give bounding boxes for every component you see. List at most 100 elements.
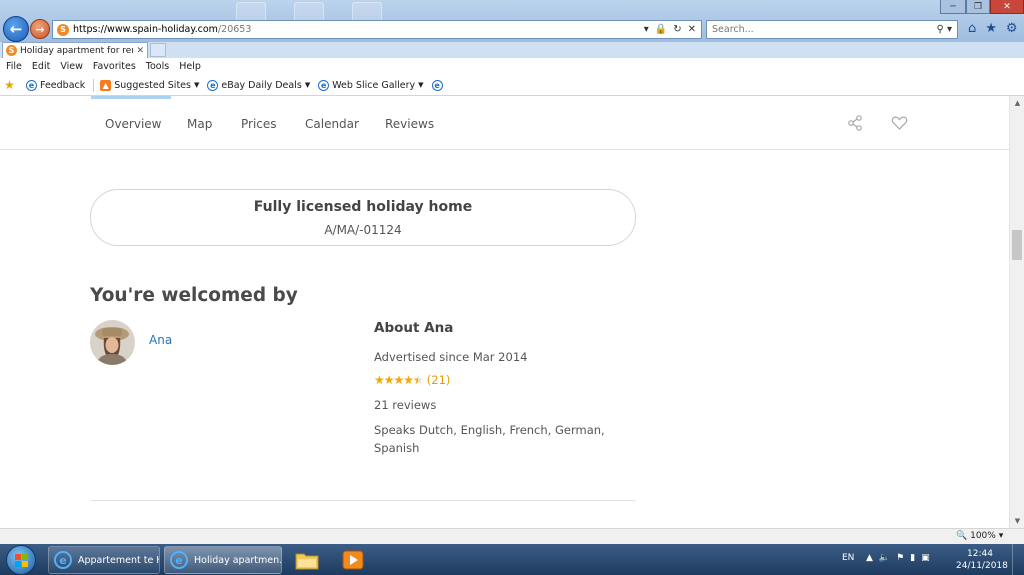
- battery-icon[interactable]: ▮: [910, 553, 915, 563]
- menu-tools[interactable]: Tools: [146, 61, 169, 72]
- internet-explorer-icon: e: [170, 551, 188, 569]
- license-number: A/MA/-01124: [324, 223, 402, 237]
- address-dropdown-icon[interactable]: ▾: [644, 24, 649, 35]
- nav-active-indicator: [91, 96, 171, 99]
- volume-icon[interactable]: 🔈: [879, 553, 890, 563]
- url-path: /20653: [217, 24, 252, 35]
- task-label: Appartement te H...: [78, 554, 159, 566]
- status-bar: 🔍 100% ▾: [0, 528, 1024, 544]
- nav-map[interactable]: Map: [187, 117, 212, 131]
- clock-time: 12:44: [967, 549, 993, 559]
- taskbar-window-appartement[interactable]: e Appartement te H...: [48, 546, 160, 574]
- license-card: Fully licensed holiday home A/MA/-01124: [90, 189, 636, 246]
- taskbar-explorer[interactable]: [288, 546, 326, 574]
- windows-taskbar: e Appartement te H... e Holiday apartmen…: [0, 544, 1024, 575]
- browser-title-bar: ─ ❐ ✕ ← → S https://www.spain-holiday.co…: [0, 0, 1024, 42]
- menu-favorites[interactable]: Favorites: [93, 61, 136, 72]
- site-favicon-icon: S: [6, 45, 17, 56]
- address-bar[interactable]: S https://www.spain-holiday.com/20653 ▾ …: [52, 20, 702, 39]
- menu-file[interactable]: File: [6, 61, 22, 72]
- add-favorite-star-icon: ★: [4, 78, 15, 92]
- back-button[interactable]: ←: [3, 16, 29, 42]
- fav-label: Web Slice Gallery: [332, 79, 416, 91]
- heart-icon[interactable]: [891, 115, 908, 131]
- rating-count[interactable]: (21): [427, 373, 451, 387]
- fav-suggested-sites[interactable]: ▲ Suggested Sites ▼: [100, 79, 200, 91]
- refresh-icon[interactable]: ↻: [673, 24, 681, 35]
- about-host-title: About Ana: [374, 320, 454, 336]
- show-desktop-button[interactable]: [1012, 544, 1024, 575]
- search-input[interactable]: [712, 24, 937, 35]
- menu-help[interactable]: Help: [179, 61, 201, 72]
- nav-reviews[interactable]: Reviews: [385, 117, 434, 131]
- favorites-button[interactable]: ★: [4, 78, 18, 92]
- search-icon[interactable]: ⚲ ▾: [936, 24, 952, 35]
- new-tab-button[interactable]: [150, 43, 166, 57]
- chevron-down-icon: ▼: [193, 81, 200, 89]
- scroll-up-arrow-icon[interactable]: ▲: [1010, 96, 1024, 110]
- address-url[interactable]: https://www.spain-holiday.com/20653: [73, 24, 644, 35]
- action-center-flag-icon[interactable]: ⚑: [896, 553, 904, 563]
- menu-edit[interactable]: Edit: [32, 61, 50, 72]
- minimize-button[interactable]: ─: [940, 0, 966, 14]
- forward-button[interactable]: →: [30, 19, 50, 39]
- stop-icon[interactable]: ✕: [688, 24, 696, 35]
- chevron-down-icon: ▼: [418, 81, 424, 89]
- folder-icon: [295, 553, 319, 570]
- home-icon[interactable]: ⌂: [968, 21, 976, 36]
- fav-feedback[interactable]: e Feedback: [26, 79, 86, 91]
- settings-gear-icon[interactable]: ⚙: [1006, 21, 1018, 36]
- listing-nav: Overview Map Prices Calendar Reviews: [0, 96, 1009, 150]
- arrow-left-icon: ←: [9, 20, 23, 38]
- avatar[interactable]: [90, 320, 135, 365]
- section-divider: [90, 500, 636, 501]
- system-clock[interactable]: 12:44 24/11/2018: [956, 548, 1008, 572]
- host-languages: Speaks Dutch, English, French, German, S…: [374, 423, 605, 455]
- nav-overview[interactable]: Overview: [105, 117, 162, 131]
- close-window-button[interactable]: ✕: [990, 0, 1024, 14]
- fav-ebay-daily-deals[interactable]: e eBay Daily Deals ▼: [207, 79, 311, 91]
- advertised-since: Advertised since Mar 2014: [374, 350, 528, 364]
- clock-date: 24/11/2018: [956, 561, 1008, 571]
- language-indicator[interactable]: EN: [842, 553, 854, 563]
- separator: [93, 78, 95, 92]
- internet-explorer-icon: e: [54, 551, 72, 569]
- fav-label: Feedback: [40, 79, 86, 91]
- zoom-level[interactable]: 🔍 100% ▾: [956, 531, 1003, 541]
- start-button[interactable]: [6, 545, 36, 575]
- show-hidden-icons-icon[interactable]: ▲: [866, 553, 873, 563]
- ie-page-icon: e: [431, 79, 443, 91]
- browser-tab-active[interactable]: S Holiday apartment for rent ... ✕: [2, 42, 148, 58]
- taskbar-media-player[interactable]: [334, 546, 372, 574]
- menu-bar: File Edit View Favorites Tools Help: [0, 58, 1024, 75]
- scroll-down-arrow-icon[interactable]: ▼: [1010, 514, 1024, 528]
- zoom-value: 100%: [970, 531, 996, 541]
- task-label: Holiday apartmen...: [194, 554, 282, 566]
- rating-stars-icon: ★★★★★ ★★★★★: [374, 373, 424, 387]
- network-icon[interactable]: ▣: [921, 553, 930, 563]
- site-favicon-icon: S: [57, 23, 69, 36]
- close-tab-icon[interactable]: ✕: [136, 46, 144, 56]
- host-photo: [90, 320, 135, 365]
- menu-view[interactable]: View: [60, 61, 83, 72]
- taskbar-window-holiday[interactable]: e Holiday apartmen...: [164, 546, 282, 574]
- vertical-scrollbar[interactable]: ▲ ▼: [1009, 96, 1024, 528]
- fav-label: Suggested Sites: [114, 79, 191, 91]
- nav-prices[interactable]: Prices: [241, 117, 277, 131]
- scrollbar-thumb[interactable]: [1012, 230, 1022, 260]
- fav-extra[interactable]: e: [431, 79, 446, 91]
- host-rating[interactable]: ★★★★★ ★★★★★ (21): [374, 373, 450, 387]
- share-icon[interactable]: [847, 115, 863, 131]
- license-title: Fully licensed holiday home: [253, 199, 473, 215]
- fav-web-slice-gallery[interactable]: e Web Slice Gallery ▼: [318, 79, 424, 91]
- search-box[interactable]: ⚲ ▾: [706, 20, 958, 39]
- favorites-star-icon[interactable]: ★: [985, 21, 997, 36]
- host-name-link[interactable]: Ana: [149, 333, 172, 347]
- fav-label: eBay Daily Deals: [221, 79, 302, 91]
- maximize-button[interactable]: ❐: [966, 0, 990, 14]
- nav-calendar[interactable]: Calendar: [305, 117, 359, 131]
- lock-icon[interactable]: 🔒: [655, 24, 667, 35]
- tab-title: Holiday apartment for rent ...: [20, 45, 133, 56]
- chevron-down-icon: ▼: [304, 81, 311, 89]
- welcome-heading: You're welcomed by: [90, 285, 298, 306]
